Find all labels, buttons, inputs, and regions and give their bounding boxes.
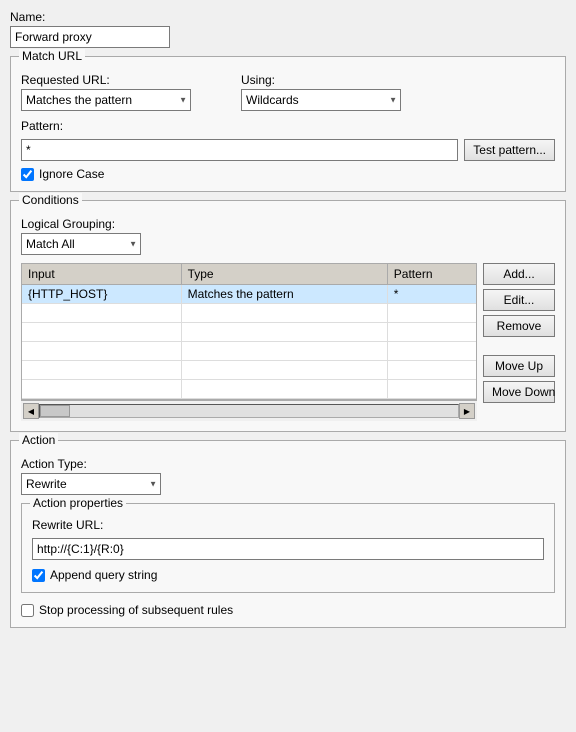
table-row[interactable]: {HTTP_HOST} Matches the pattern *: [22, 285, 476, 304]
conditions-table-wrap: Input Type Pattern {HTTP_HOST} Matches t…: [21, 263, 477, 400]
requested-url-select-wrap: Matches the pattern: [21, 89, 191, 111]
action-properties-title: Action properties: [30, 496, 126, 510]
action-section: Action Action Type: Rewrite Action prope…: [10, 440, 566, 628]
table-row[interactable]: [22, 342, 476, 361]
stop-processing-checkbox[interactable]: [21, 604, 34, 617]
append-query-string-checkbox[interactable]: [32, 569, 45, 582]
table-row[interactable]: [22, 380, 476, 399]
scroll-left-arrow[interactable]: ◀: [23, 403, 39, 419]
col-input: Input: [22, 264, 181, 285]
logical-grouping-label: Logical Grouping:: [21, 217, 555, 231]
table-row[interactable]: [22, 304, 476, 323]
conditions-section: Conditions Logical Grouping: Match All I…: [10, 200, 566, 432]
action-type-select[interactable]: Rewrite: [21, 473, 161, 495]
requested-url-select[interactable]: Matches the pattern: [21, 89, 191, 111]
table-scrollbar: ◀ ▶: [21, 400, 477, 421]
stop-processing-row: Stop processing of subsequent rules: [21, 603, 555, 617]
append-query-string-label: Append query string: [50, 568, 157, 582]
rewrite-url-label: Rewrite URL:: [32, 518, 544, 532]
scrollbar-thumb: [40, 405, 70, 417]
using-select-wrap: Wildcards: [241, 89, 401, 111]
using-label: Using:: [241, 73, 401, 87]
scrollbar-track[interactable]: [39, 404, 459, 418]
conditions-table-area: Input Type Pattern {HTTP_HOST} Matches t…: [21, 263, 555, 421]
conditions-table: Input Type Pattern {HTTP_HOST} Matches t…: [22, 264, 476, 399]
cell-type: Matches the pattern: [181, 285, 387, 304]
conditions-buttons: Add... Edit... Remove Move Up Move Down: [483, 263, 555, 421]
table-row[interactable]: [22, 361, 476, 380]
pattern-input[interactable]: [21, 139, 458, 161]
action-type-label: Action Type:: [21, 457, 555, 471]
name-label: Name:: [10, 10, 566, 24]
logical-grouping-select[interactable]: Match All: [21, 233, 141, 255]
move-up-button[interactable]: Move Up: [483, 355, 555, 377]
remove-button[interactable]: Remove: [483, 315, 555, 337]
scroll-right-arrow[interactable]: ▶: [459, 403, 475, 419]
stop-processing-label: Stop processing of subsequent rules: [39, 603, 233, 617]
ignore-case-label: Ignore Case: [39, 167, 104, 181]
append-query-string-row: Append query string: [32, 568, 544, 582]
match-url-section: Match URL Requested URL: Matches the pat…: [10, 56, 566, 192]
pattern-row: Test pattern...: [21, 139, 555, 161]
match-url-title: Match URL: [19, 49, 85, 63]
using-select[interactable]: Wildcards: [241, 89, 401, 111]
ignore-case-row: Ignore Case: [21, 167, 555, 181]
add-button[interactable]: Add...: [483, 263, 555, 285]
test-pattern-button[interactable]: Test pattern...: [464, 139, 555, 161]
edit-button[interactable]: Edit...: [483, 289, 555, 311]
requested-url-label: Requested URL:: [21, 73, 191, 87]
action-title: Action: [19, 433, 58, 447]
cell-input: {HTTP_HOST}: [22, 285, 181, 304]
logical-grouping-select-wrap: Match All: [21, 233, 141, 255]
pattern-label: Pattern:: [21, 119, 555, 133]
action-type-select-wrap: Rewrite: [21, 473, 161, 495]
col-type: Type: [181, 264, 387, 285]
name-input[interactable]: [10, 26, 170, 48]
cell-pattern: *: [387, 285, 476, 304]
rewrite-url-input[interactable]: [32, 538, 544, 560]
ignore-case-checkbox[interactable]: [21, 168, 34, 181]
action-properties-box: Action properties Rewrite URL: Append qu…: [21, 503, 555, 593]
conditions-title: Conditions: [19, 193, 82, 207]
move-down-button[interactable]: Move Down: [483, 381, 555, 403]
table-row[interactable]: [22, 323, 476, 342]
col-pattern: Pattern: [387, 264, 476, 285]
name-section: Name:: [10, 10, 566, 48]
